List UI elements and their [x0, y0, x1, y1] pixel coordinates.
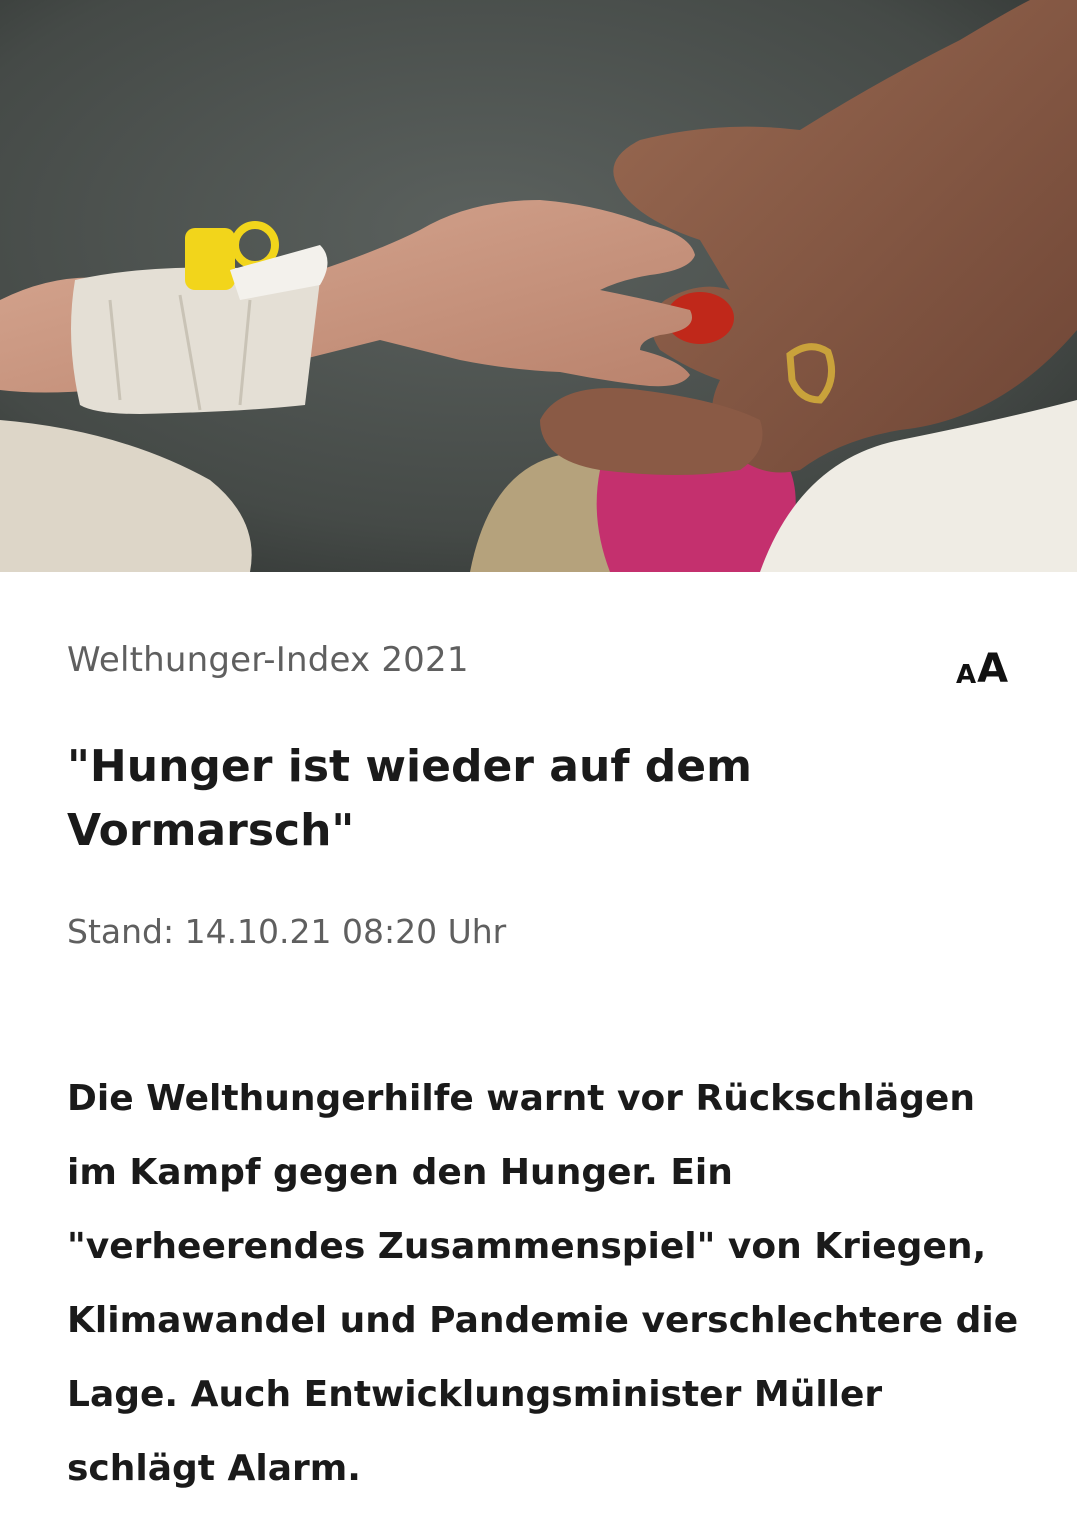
hero-photo-illustration: [0, 0, 1077, 572]
font-size-small-icon: A: [955, 660, 977, 690]
article-teaser: Die Welthungerhilfe warnt vor Rückschläg…: [67, 1078, 1019, 1489]
font-size-button[interactable]: A A: [950, 642, 1014, 692]
font-size-large-icon: A: [977, 646, 1009, 692]
article-dateline: Stand: 14.10.21 08:20 Uhr: [67, 912, 507, 951]
article-headline: "Hunger ist wieder auf dem Vormarsch": [67, 741, 752, 856]
hero-image: [0, 0, 1077, 572]
article-topline: Welthunger-Index 2021: [67, 640, 469, 680]
